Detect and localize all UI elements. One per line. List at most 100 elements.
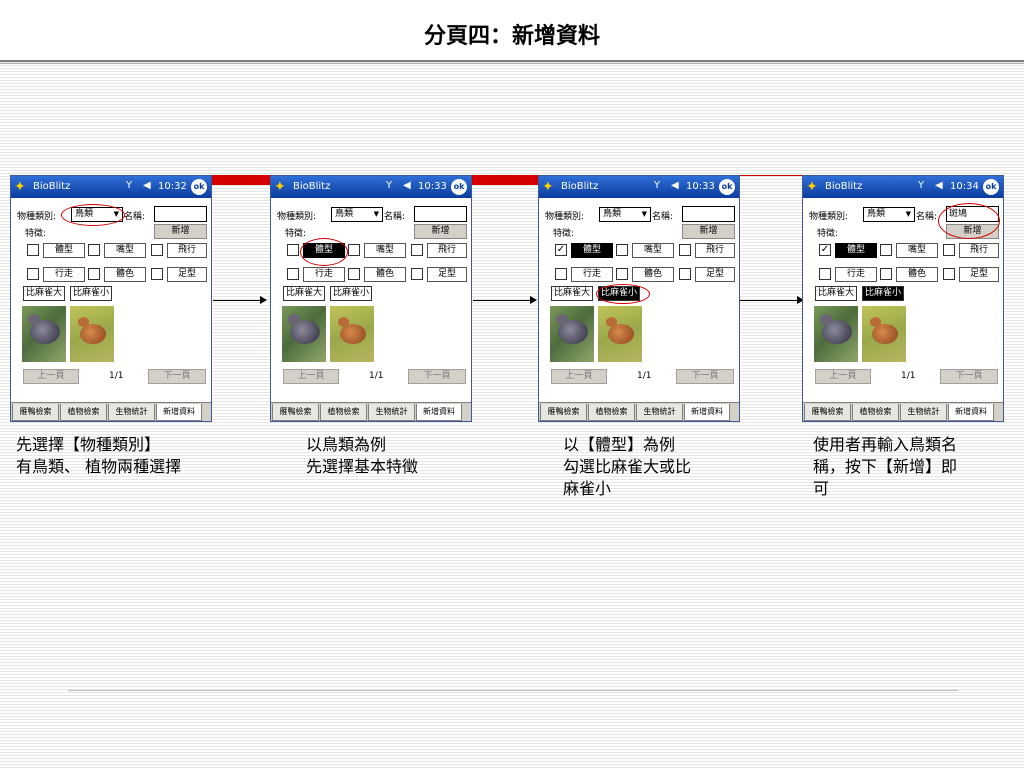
tab-4[interactable]: 新增資料 [684,404,730,421]
prev-page-button[interactable]: 上一頁 [283,369,339,384]
feature-button-1[interactable]: 嘴型 [364,243,406,258]
feature-checkbox-3[interactable] [287,268,299,280]
feature-button-5[interactable]: 足型 [959,267,999,282]
tab-2[interactable]: 植物檢索 [588,404,635,421]
feature-checkbox-4[interactable] [88,268,100,280]
windows-start-icon[interactable]: ✦ [14,179,30,195]
feature-button-2[interactable]: 飛行 [959,243,999,258]
feature-checkbox-1[interactable] [88,244,100,256]
add-button[interactable]: 新增 [154,224,207,239]
tab-4[interactable]: 新增資料 [416,404,462,421]
feature-button-2[interactable]: 飛行 [695,243,735,258]
feature-checkbox-1[interactable] [348,244,360,256]
feature-checkbox-0[interactable] [27,244,39,256]
feature-checkbox-2[interactable] [679,244,691,256]
name-input[interactable] [682,206,735,222]
prev-page-button[interactable]: 上一頁 [815,369,871,384]
feature-button-3[interactable]: 行走 [571,267,613,282]
add-button[interactable]: 新增 [414,224,467,239]
feature-checkbox-1[interactable] [616,244,628,256]
feature-button-3[interactable]: 行走 [835,267,877,282]
feature-checkbox-2[interactable] [151,244,163,256]
tab-3[interactable]: 生物統計 [368,404,415,421]
size-option-smaller[interactable]: 比麻雀小 [862,286,905,301]
tab-1[interactable]: 雁鴨檢索 [12,404,59,421]
size-option-smaller[interactable]: 比麻雀小 [70,286,113,301]
feature-checkbox-5[interactable] [411,268,423,280]
windows-start-icon[interactable]: ✦ [806,179,822,195]
feature-button-2[interactable]: 飛行 [427,243,467,258]
feature-checkbox-0[interactable]: ✓ [555,244,567,256]
volume-icon[interactable]: ◀ [143,180,151,191]
feature-checkbox-5[interactable] [151,268,163,280]
tab-4[interactable]: 新增資料 [948,404,994,421]
tab-1[interactable]: 雁鴨檢索 [804,404,851,421]
feature-checkbox-5[interactable] [943,268,955,280]
bird-photo-munia[interactable] [598,306,642,362]
prev-page-button[interactable]: 上一頁 [551,369,607,384]
feature-button-1[interactable]: 嘴型 [896,243,938,258]
size-option-smaller[interactable]: 比麻雀小 [330,286,373,301]
windows-start-icon[interactable]: ✦ [274,179,290,195]
feature-checkbox-3[interactable] [27,268,39,280]
size-option-bigger[interactable]: 比麻雀大 [815,286,858,301]
volume-icon[interactable]: ◀ [403,180,411,191]
tab-3[interactable]: 生物統計 [900,404,947,421]
windows-start-icon[interactable]: ✦ [542,179,558,195]
feature-button-4[interactable]: 體色 [104,267,146,282]
feature-checkbox-4[interactable] [348,268,360,280]
feature-button-2[interactable]: 飛行 [167,243,207,258]
ok-button[interactable]: ok [719,179,735,195]
bird-photo-dove[interactable] [550,306,594,362]
tab-2[interactable]: 植物檢索 [60,404,107,421]
feature-checkbox-5[interactable] [679,268,691,280]
next-page-button[interactable]: 下一頁 [408,369,466,384]
name-input[interactable] [414,206,467,222]
bird-photo-dove[interactable] [22,306,66,362]
feature-checkbox-2[interactable] [411,244,423,256]
bird-photo-munia[interactable] [70,306,114,362]
ok-button[interactable]: ok [983,179,999,195]
feature-button-0[interactable]: 體型 [835,243,877,258]
size-option-bigger[interactable]: 比麻雀大 [283,286,326,301]
bird-photo-dove[interactable] [282,306,326,362]
bird-photo-munia[interactable] [330,306,374,362]
feature-button-1[interactable]: 嘴型 [104,243,146,258]
add-button[interactable]: 新增 [682,224,735,239]
feature-button-3[interactable]: 行走 [43,267,85,282]
size-option-bigger[interactable]: 比麻雀大 [551,286,594,301]
feature-button-1[interactable]: 嘴型 [632,243,674,258]
species-select[interactable]: 鳥類 ▼ [331,207,383,222]
size-option-bigger[interactable]: 比麻雀大 [23,286,66,301]
next-page-button[interactable]: 下一頁 [940,369,998,384]
feature-button-5[interactable]: 足型 [167,267,207,282]
feature-checkbox-4[interactable] [616,268,628,280]
feature-checkbox-0[interactable] [287,244,299,256]
tab-1[interactable]: 雁鴨檢索 [272,404,319,421]
feature-button-0[interactable]: 體型 [43,243,85,258]
ok-button[interactable]: ok [451,179,467,195]
tab-3[interactable]: 生物統計 [636,404,683,421]
feature-checkbox-4[interactable] [880,268,892,280]
tab-1[interactable]: 雁鴨檢索 [540,404,587,421]
bird-photo-munia[interactable] [862,306,906,362]
feature-button-3[interactable]: 行走 [303,267,345,282]
species-select[interactable]: 鳥類 ▼ [599,207,651,222]
feature-button-5[interactable]: 足型 [427,267,467,282]
species-select[interactable]: 鳥類 ▼ [863,207,915,222]
tab-2[interactable]: 植物檢索 [852,404,899,421]
feature-button-5[interactable]: 足型 [695,267,735,282]
feature-button-4[interactable]: 體色 [896,267,938,282]
feature-checkbox-1[interactable] [880,244,892,256]
next-page-button[interactable]: 下一頁 [676,369,734,384]
feature-button-4[interactable]: 體色 [364,267,406,282]
feature-checkbox-2[interactable] [943,244,955,256]
next-page-button[interactable]: 下一頁 [148,369,206,384]
tab-4[interactable]: 新增資料 [156,404,202,421]
prev-page-button[interactable]: 上一頁 [23,369,79,384]
tab-3[interactable]: 生物統計 [108,404,155,421]
feature-checkbox-0[interactable]: ✓ [819,244,831,256]
name-input[interactable] [154,206,207,222]
feature-button-0[interactable]: 體型 [571,243,613,258]
bird-photo-dove[interactable] [814,306,858,362]
